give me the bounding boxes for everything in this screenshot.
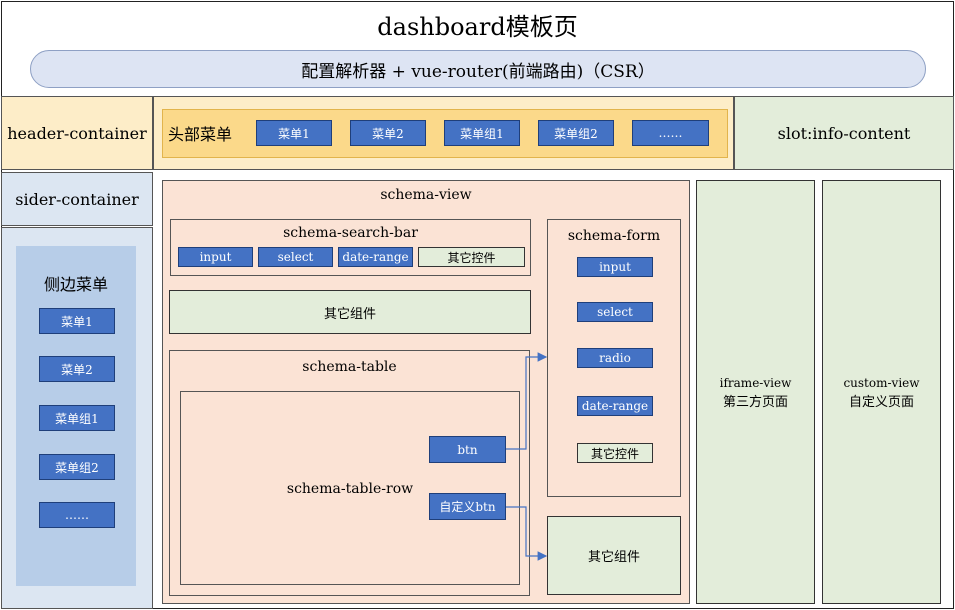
- header-menu-label: 头部菜单: [168, 125, 233, 144]
- header-menu-item-1[interactable]: 菜单1: [256, 120, 332, 146]
- schema-search-bar-label: schema-search-bar: [283, 225, 418, 241]
- page-title: dashboard模板页: [377, 12, 578, 41]
- sider-menu-group-1[interactable]: 菜单组1: [39, 405, 115, 431]
- iframe-view-label: iframe-view: [719, 376, 792, 390]
- header-menu-more[interactable]: ……: [632, 120, 709, 146]
- search-select-control[interactable]: select: [258, 247, 333, 267]
- sider-menu-item-1[interactable]: 菜单1: [39, 308, 115, 334]
- custom-view-label: custom-view: [843, 376, 920, 390]
- header-menu-group-1[interactable]: 菜单组1: [444, 120, 520, 146]
- sider-menu-label: 侧边菜单: [43, 275, 108, 294]
- other-component: 其它组件: [169, 290, 531, 334]
- schema-table-label: schema-table: [302, 359, 397, 375]
- sider-container-label: sider-container: [1, 172, 153, 226]
- form-input-control[interactable]: input: [577, 257, 653, 277]
- search-input-control[interactable]: input: [178, 247, 253, 267]
- form-date-range-control[interactable]: date-range: [577, 396, 653, 416]
- slot-info-content: slot:info-content: [734, 96, 954, 170]
- form-other-controls[interactable]: 其它控件: [577, 443, 653, 463]
- row-custom-btn[interactable]: 自定义btn: [429, 493, 506, 520]
- form-radio-control[interactable]: radio: [577, 348, 653, 368]
- search-date-range-control[interactable]: date-range: [338, 247, 413, 267]
- search-other-controls[interactable]: 其它控件: [418, 247, 525, 267]
- header-menu-group-2[interactable]: 菜单组2: [538, 120, 614, 146]
- header-menu-item-2[interactable]: 菜单2: [350, 120, 426, 146]
- schema-view-label: schema-view: [380, 187, 472, 203]
- header-container-label: header-container: [1, 96, 153, 170]
- router-banner: 配置解析器 + vue-router(前端路由)（CSR）: [30, 50, 926, 88]
- schema-form-label: schema-form: [567, 228, 661, 244]
- form-select-control[interactable]: select: [577, 302, 653, 322]
- custom-view-desc: 自定义页面: [848, 394, 914, 410]
- sider-menu-item-2[interactable]: 菜单2: [39, 356, 115, 382]
- row-btn[interactable]: btn: [429, 436, 506, 463]
- other-component-2: 其它组件: [547, 516, 681, 595]
- sider-menu-group-2[interactable]: 菜单组2: [39, 454, 115, 480]
- iframe-view-desc: 第三方页面: [722, 394, 788, 410]
- sider-menu-more[interactable]: ……: [39, 502, 115, 528]
